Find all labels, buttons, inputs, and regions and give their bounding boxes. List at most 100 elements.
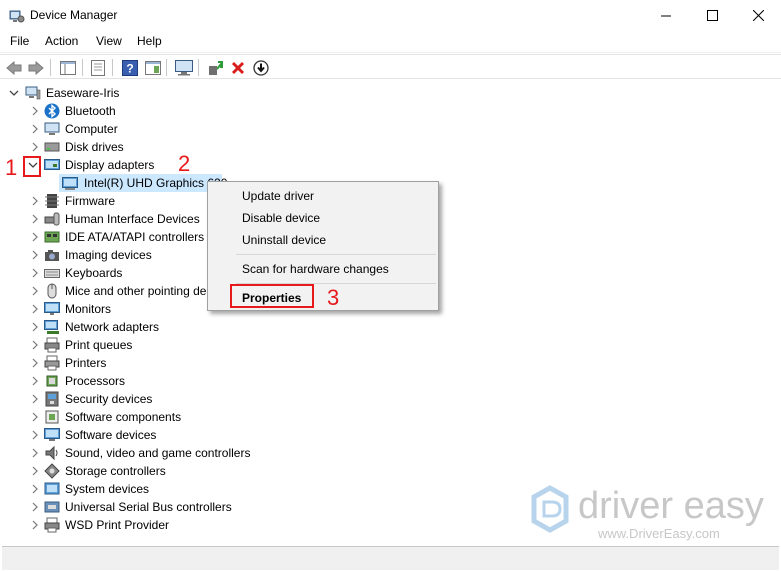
tree-category-label: Keyboards	[65, 266, 123, 280]
red-x-icon	[231, 61, 244, 74]
expand-chevron-icon[interactable]	[30, 106, 40, 116]
tree-category-bluetooth[interactable]: Bluetooth	[0, 102, 260, 120]
uninstall-device-button[interactable]	[228, 58, 247, 77]
expand-chevron-icon[interactable]	[30, 304, 40, 314]
software-component-icon	[45, 410, 59, 424]
tree-child-label: Intel(R) UHD Graphics 620	[84, 176, 228, 190]
tree-category-network-adapters[interactable]: Network adapters	[0, 318, 260, 336]
computer-icon	[44, 122, 60, 135]
menu-help[interactable]: Help	[137, 34, 162, 48]
tree-category-print-queues[interactable]: Print queues	[0, 336, 260, 354]
monitor-icon	[44, 302, 60, 315]
enable-device-button[interactable]	[251, 58, 270, 77]
expand-chevron-icon[interactable]	[30, 394, 40, 404]
tree-category-software-devices[interactable]: Software devices	[0, 426, 260, 444]
view-pane-icon	[144, 60, 161, 75]
tree-category-label: Network adapters	[65, 320, 160, 334]
show-hide-console-tree-button[interactable]	[58, 58, 77, 77]
keyboard-icon	[44, 269, 60, 278]
expand-chevron-icon[interactable]	[30, 520, 40, 530]
close-button[interactable]	[735, 0, 781, 31]
tree-category-label: Software components	[65, 410, 182, 424]
context-scan-hardware[interactable]: Scan for hardware changes	[242, 262, 389, 276]
device-manager-icon	[9, 10, 25, 23]
software-device-icon	[44, 428, 60, 441]
tree-category-disk-drives[interactable]: Disk drives	[0, 138, 260, 156]
maximize-button[interactable]	[689, 0, 735, 31]
back-button[interactable]	[4, 58, 23, 77]
mouse-icon	[47, 283, 57, 299]
expand-chevron-icon[interactable]	[30, 340, 40, 350]
tree-category-sound-video-and-game-controllers[interactable]: Sound, video and game controllers	[0, 444, 260, 462]
tree-category-printers[interactable]: Printers	[0, 354, 260, 372]
tree-category-label: Imaging devices	[65, 248, 152, 262]
expand-chevron-icon[interactable]	[30, 430, 40, 440]
expand-chevron-icon[interactable]	[30, 448, 40, 458]
monitor-scan-icon	[174, 59, 193, 75]
collapse-chevron-icon[interactable]	[9, 88, 19, 98]
menu-action[interactable]: Action	[45, 34, 78, 48]
expand-chevron-icon[interactable]	[30, 196, 40, 206]
help-icon: ?	[121, 59, 138, 76]
expand-chevron-icon[interactable]	[30, 484, 40, 494]
expand-chevron-icon[interactable]	[30, 268, 40, 278]
menu-view[interactable]: View	[96, 34, 122, 48]
tree-category-wsd-print-provider[interactable]: WSD Print Provider	[0, 516, 260, 534]
tree-category-computer[interactable]: Computer	[0, 120, 260, 138]
watermark-url: www.DriverEasy.com	[597, 526, 720, 541]
tree-category-label: Display adapters	[65, 158, 155, 172]
tree-category-label: IDE ATA/ATAPI controllers	[65, 230, 205, 244]
view-toggle-button[interactable]	[143, 58, 162, 77]
expand-chevron-icon[interactable]	[30, 250, 40, 260]
context-disable-device[interactable]: Disable device	[242, 211, 320, 225]
annotation-box-properties	[230, 284, 314, 308]
maximize-icon	[706, 10, 718, 21]
device-tree[interactable]: Easeware-Iris Bluetooth Computer Disk driv…	[0, 80, 781, 546]
properties-toolbar-button[interactable]	[88, 58, 107, 77]
back-arrow-icon	[5, 60, 21, 75]
tree-category-software-components[interactable]: Software components	[0, 408, 260, 426]
menu-file[interactable]: File	[10, 34, 29, 48]
expand-chevron-icon[interactable]	[30, 466, 40, 476]
expand-chevron-icon[interactable]	[30, 322, 40, 332]
tree-category-security-devices[interactable]: Security devices	[0, 390, 260, 408]
expand-chevron-icon[interactable]	[30, 412, 40, 422]
close-icon	[752, 10, 764, 21]
context-separator	[236, 254, 436, 255]
expand-chevron-icon[interactable]	[30, 502, 40, 512]
expand-chevron-icon[interactable]	[30, 286, 40, 296]
usb-icon	[44, 501, 60, 513]
speaker-icon	[45, 445, 58, 461]
tree-category-label: Universal Serial Bus controllers	[65, 500, 232, 514]
tree-category-processors[interactable]: Processors	[0, 372, 260, 390]
driver-easy-logo-icon: driver easy www.DriverEasy.com	[531, 485, 764, 541]
expand-chevron-icon[interactable]	[30, 358, 40, 368]
forward-button[interactable]	[26, 58, 45, 77]
tree-category-label: Computer	[65, 122, 118, 136]
context-uninstall-device[interactable]: Uninstall device	[242, 233, 326, 247]
tree-category-storage-controllers[interactable]: Storage controllers	[0, 462, 260, 480]
tree-child-intel-graphics[interactable]: Intel(R) UHD Graphics 620	[59, 174, 227, 192]
expand-chevron-icon[interactable]	[30, 214, 40, 224]
update-driver-button[interactable]	[205, 58, 224, 77]
tree-category-system-devices[interactable]: System devices	[0, 480, 260, 498]
tree-root-label: Easeware-Iris	[46, 86, 120, 100]
download-circle-icon	[252, 59, 269, 76]
expand-chevron-icon[interactable]	[30, 232, 40, 242]
context-update-driver[interactable]: Update driver	[242, 189, 314, 203]
tree-category-label: Software devices	[65, 428, 157, 442]
tree-root[interactable]: Easeware-Iris	[0, 84, 200, 102]
annotation-number-1: 1	[5, 155, 18, 180]
toolbar: ?	[0, 54, 781, 79]
expand-chevron-icon[interactable]	[30, 124, 40, 134]
scan-hardware-button[interactable]	[174, 58, 193, 77]
tree-category-universal-serial-bus-controllers[interactable]: Universal Serial Bus controllers	[0, 498, 260, 516]
minimize-button[interactable]	[643, 0, 689, 31]
tree-category-label: Bluetooth	[65, 104, 116, 118]
expand-chevron-icon[interactable]	[30, 142, 40, 152]
annotation-box-expand	[23, 156, 41, 177]
status-bar	[2, 546, 779, 570]
help-button[interactable]: ?	[120, 58, 139, 77]
expand-chevron-icon[interactable]	[30, 376, 40, 386]
window-title: Device Manager	[30, 8, 118, 22]
